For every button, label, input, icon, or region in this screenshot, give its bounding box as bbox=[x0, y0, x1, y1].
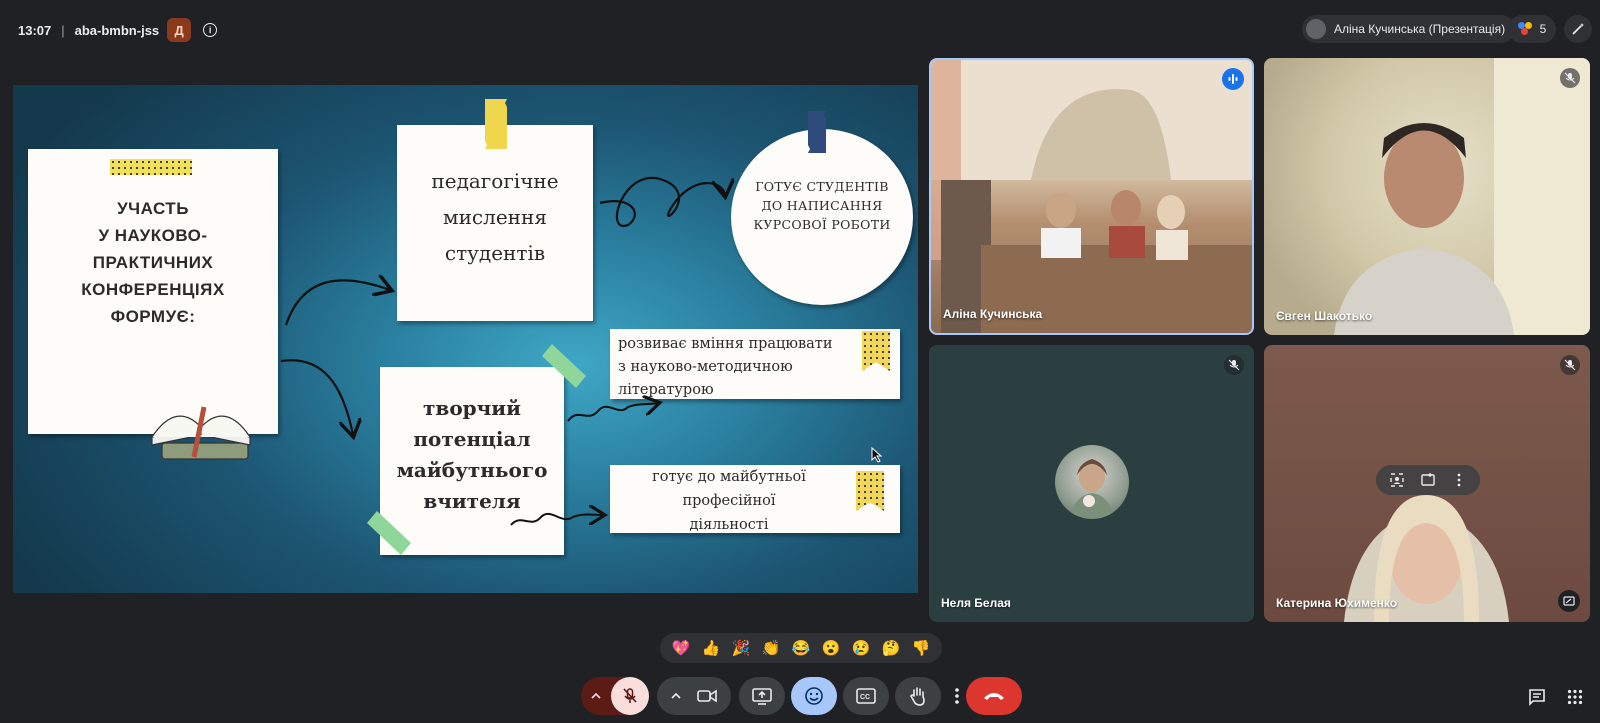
presenter-avatar bbox=[1306, 19, 1326, 39]
reaction-clapping[interactable]: 👏 bbox=[762, 639, 781, 657]
microphone-button[interactable] bbox=[611, 677, 649, 715]
participant-video bbox=[1334, 58, 1590, 335]
picture-in-picture-icon[interactable] bbox=[1558, 590, 1580, 612]
magic-wand-icon[interactable] bbox=[1564, 15, 1592, 43]
presenter-chip[interactable]: Аліна Кучинська (Презентація) bbox=[1302, 15, 1516, 43]
meeting-code: aba-bmbn-jss bbox=[74, 22, 160, 38]
participant-count: 5 bbox=[1539, 22, 1547, 36]
videocam-icon[interactable] bbox=[697, 688, 717, 704]
avatar bbox=[1055, 445, 1129, 519]
reaction-sparkling-heart[interactable]: 💖 bbox=[672, 639, 691, 657]
participant-tile-kateryna[interactable]: Катерина Юхименко bbox=[1264, 345, 1590, 622]
reaction-sad[interactable]: 😢 bbox=[852, 639, 871, 657]
mouse-cursor-icon bbox=[871, 447, 883, 463]
host-controls-badge[interactable]: Д bbox=[167, 18, 192, 42]
reaction-joy[interactable]: 😂 bbox=[792, 639, 811, 657]
slide: УЧАСТЬ У НАУКОВО- ПРАКТИЧНИХ КОНФЕРЕНЦІЯ… bbox=[13, 85, 918, 593]
raise-hand-button[interactable] bbox=[895, 677, 941, 715]
participant-name: Катерина Юхименко bbox=[1276, 596, 1398, 610]
frame-person-icon[interactable] bbox=[1389, 472, 1405, 488]
hand-icon bbox=[910, 687, 925, 706]
reaction-thumbs-up[interactable]: 👍 bbox=[702, 639, 721, 657]
chat-button[interactable] bbox=[1524, 684, 1550, 710]
reaction-party-popper[interactable]: 🎉 bbox=[732, 639, 751, 657]
mic-off-icon bbox=[1560, 68, 1580, 88]
presentation-view: УЧАСТЬ У НАУКОВО- ПРАКТИЧНИХ КОНФЕРЕНЦІЯ… bbox=[13, 85, 918, 593]
reaction-thinking[interactable]: 🤔 bbox=[882, 639, 901, 657]
svg-text:CC: CC bbox=[860, 694, 870, 701]
call-end-icon bbox=[984, 693, 1004, 700]
participant-tile-yevhen[interactable]: Євген Шакотько bbox=[1264, 58, 1590, 335]
mic-off-icon bbox=[1560, 355, 1580, 375]
reactions-bar: 💖 👍 🎉 👏 😂 😮 😢 🤔 👎 bbox=[660, 633, 942, 663]
speaking-indicator-icon bbox=[1222, 68, 1244, 90]
mic-off-icon bbox=[623, 688, 637, 703]
mic-off-icon bbox=[1224, 355, 1244, 375]
meeting-info: 13:07 | aba-bmbn-jss Д i bbox=[18, 18, 218, 42]
captions-button[interactable]: CC bbox=[843, 677, 889, 715]
apps-grid-icon bbox=[1567, 689, 1583, 705]
people-button[interactable]: 5 bbox=[1508, 15, 1556, 43]
participant-name: Неля Белая bbox=[941, 596, 1011, 610]
closed-captions-icon: CC bbox=[856, 688, 876, 704]
top-bar: 13:07 | aba-bmbn-jss Д i Аліна Кучинська… bbox=[0, 0, 1600, 56]
chat-icon bbox=[1529, 689, 1545, 706]
present-screen-icon bbox=[752, 688, 772, 705]
meeting-time: 13:07 bbox=[18, 22, 52, 38]
separator: | bbox=[61, 22, 65, 38]
chevron-up-icon bbox=[591, 692, 601, 699]
chevron-up-icon bbox=[671, 692, 681, 699]
activities-button[interactable] bbox=[1562, 684, 1588, 710]
end-call-button[interactable] bbox=[966, 677, 1022, 715]
emoji-icon bbox=[805, 687, 823, 705]
reactions-button[interactable] bbox=[791, 677, 837, 715]
video-options-button[interactable] bbox=[657, 677, 731, 715]
present-screen-button[interactable] bbox=[739, 677, 785, 715]
more-options-button[interactable] bbox=[947, 677, 967, 715]
more-options-icon[interactable] bbox=[1451, 472, 1467, 488]
participant-tile-nelia[interactable]: Неля Белая bbox=[929, 345, 1254, 622]
reaction-surprised[interactable]: 😮 bbox=[822, 639, 841, 657]
connector-arrows bbox=[280, 176, 918, 526]
reaction-thumbs-down[interactable]: 👎 bbox=[912, 639, 931, 657]
more-vert-icon bbox=[955, 688, 959, 704]
presenter-label: Аліна Кучинська (Презентація) bbox=[1334, 22, 1506, 36]
info-icon[interactable]: i bbox=[203, 23, 218, 37]
people-icon bbox=[1517, 22, 1534, 36]
add-to-screen-icon[interactable] bbox=[1420, 472, 1436, 488]
participant-name: Євген Шакотько bbox=[1276, 309, 1373, 323]
participant-name: Аліна Кучинська bbox=[943, 307, 1043, 321]
participant-tile-alina[interactable]: Аліна Кучинська bbox=[929, 58, 1254, 335]
classroom-video bbox=[931, 60, 1252, 333]
tile-hover-controls bbox=[1376, 465, 1480, 495]
